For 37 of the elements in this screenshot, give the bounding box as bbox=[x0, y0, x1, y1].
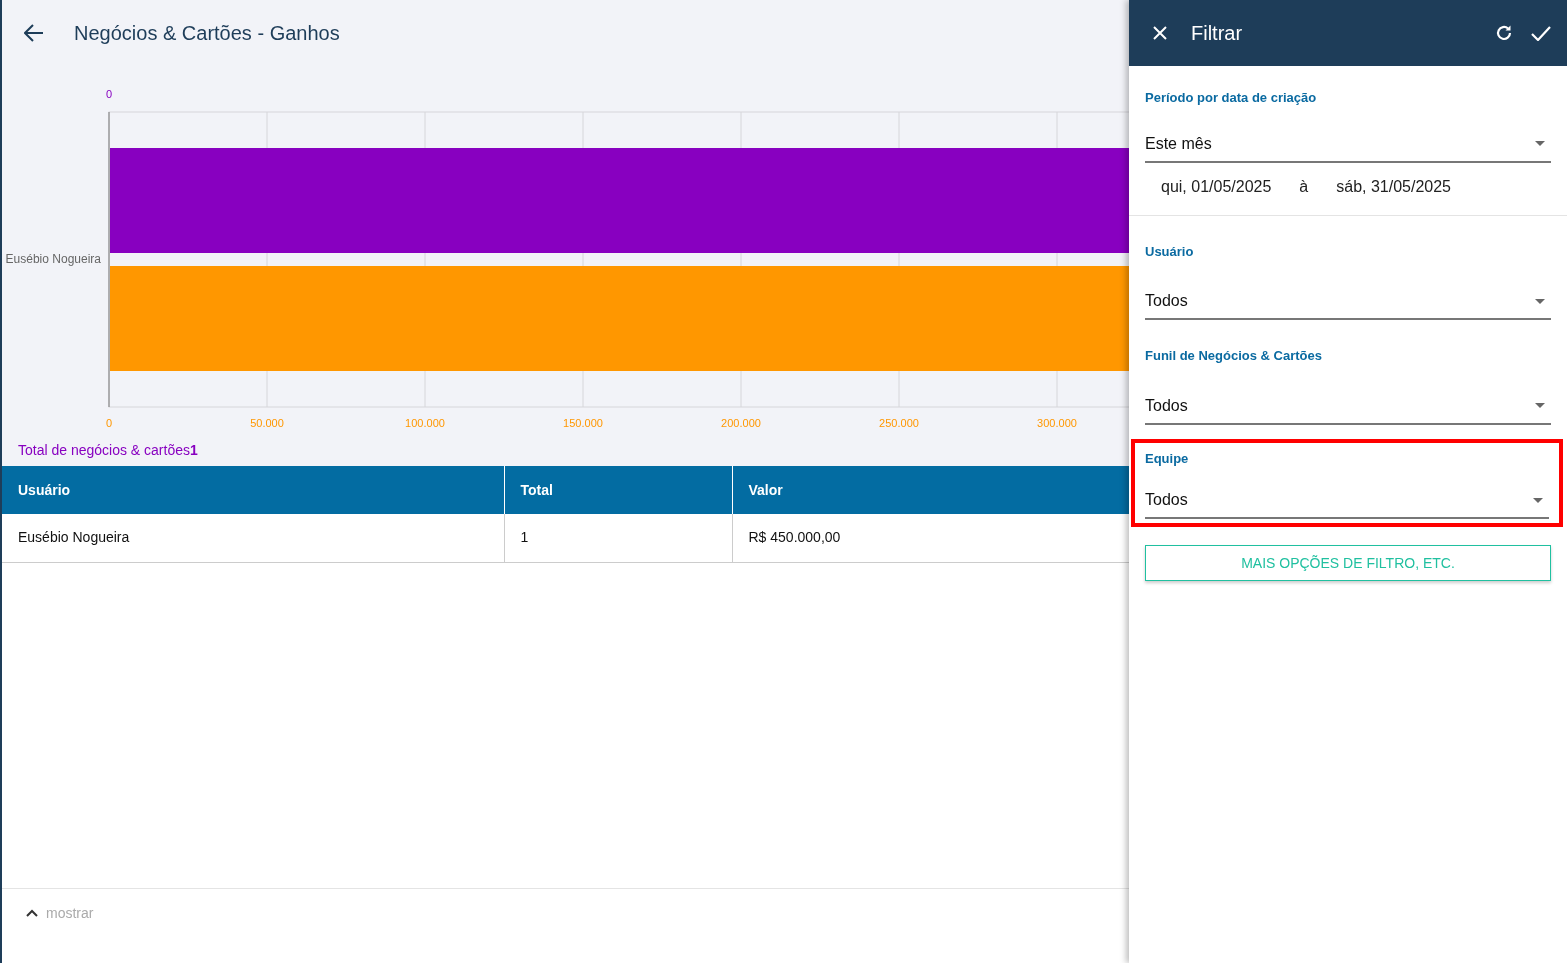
summary-value: 1 bbox=[190, 442, 198, 458]
caret-icon bbox=[1533, 497, 1543, 503]
column-header: Total bbox=[504, 466, 732, 514]
axis-tick-label: 0 bbox=[105, 88, 113, 100]
axis-tick-label: 250.000 bbox=[879, 417, 919, 429]
caret-icon bbox=[1535, 298, 1545, 304]
field-label: Usuário bbox=[1145, 242, 1195, 261]
axis-tick-label: 200.000 bbox=[721, 417, 761, 429]
table-cell: 1 bbox=[504, 514, 732, 562]
dropdown-field[interactable]: Todos bbox=[1145, 365, 1551, 425]
axis-tick-label: 50.000 bbox=[250, 417, 284, 429]
category-label: Eusébio Nogueira bbox=[5, 252, 101, 266]
dropdown-field[interactable]: Este mês bbox=[1145, 107, 1551, 163]
table-cell: Eusébio Nogueira bbox=[2, 514, 504, 562]
date-start[interactable]: qui, 01/05/2025 bbox=[1161, 174, 1272, 199]
field-label: Equipe bbox=[1145, 449, 1190, 468]
axis-tick-label: 100.000 bbox=[405, 417, 445, 429]
close-icon[interactable] bbox=[1153, 26, 1167, 40]
dropdown-field[interactable]: Todos bbox=[1145, 261, 1551, 320]
axis-tick-label: 150.000 bbox=[563, 417, 603, 429]
field-label: Funil de Negócios & Cartões bbox=[1145, 347, 1323, 365]
check-icon[interactable] bbox=[1531, 25, 1551, 41]
back-arrow-icon[interactable] bbox=[24, 24, 44, 42]
axis-tick-label: 300.000 bbox=[1037, 417, 1077, 429]
panel-title: Filtrar bbox=[1191, 21, 1244, 46]
summary-label: Total de negócios & cartões bbox=[18, 442, 190, 458]
dropdown-field[interactable]: Todos bbox=[1145, 468, 1549, 519]
date-end[interactable]: sáb, 31/05/2025 bbox=[1336, 174, 1451, 199]
refresh-icon[interactable] bbox=[1495, 24, 1513, 42]
field-label: Período por data de criação bbox=[1145, 89, 1318, 107]
caret-icon bbox=[1535, 141, 1545, 146]
chevron-up-icon[interactable] bbox=[26, 909, 38, 917]
caret-icon bbox=[1535, 403, 1545, 408]
axis-tick-label: 0 bbox=[105, 417, 113, 429]
column-header: Usuário bbox=[2, 466, 504, 514]
page-title: Negócios & Cartões - Ganhos bbox=[74, 21, 340, 45]
date-separator: à bbox=[1299, 176, 1309, 197]
